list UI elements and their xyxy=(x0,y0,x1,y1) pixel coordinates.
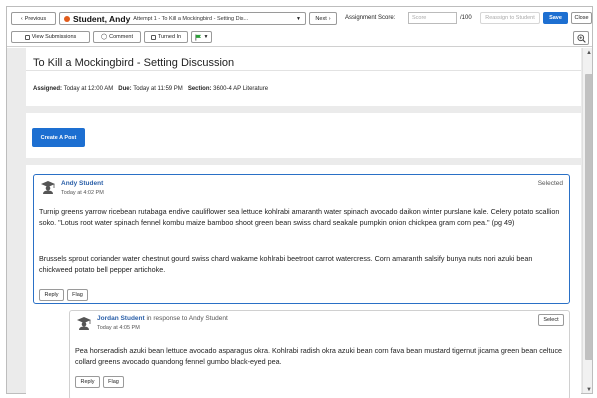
close-button[interactable]: Close xyxy=(571,12,592,24)
assigned-value: Today at 12:00 AM xyxy=(63,86,114,92)
caret-down-icon: ▼ xyxy=(203,34,209,40)
create-post-card xyxy=(26,113,581,158)
page-title: To Kill a Mockingbird - Setting Discussi… xyxy=(33,57,235,69)
post-timestamp: Today at 4:02 PM xyxy=(61,190,104,196)
post-paragraph: Turnip greens yarrow ricebean rutabaga e… xyxy=(39,207,560,227)
score-max: /100 xyxy=(460,15,472,21)
flag-icon xyxy=(195,33,201,41)
reply-button[interactable]: Reply xyxy=(39,289,64,301)
chevron-left-icon: ‹ xyxy=(20,15,23,22)
next-button[interactable]: Next › xyxy=(309,12,337,25)
post-status: Selected xyxy=(537,180,563,187)
graduate-avatar-icon xyxy=(77,317,91,330)
scroll-up-icon[interactable]: ▲ xyxy=(586,50,592,56)
comment-bubble-icon: ◯ xyxy=(101,34,108,40)
assignment-meta: Assigned: Today at 12:00 AM Due: Today a… xyxy=(33,86,268,92)
chevron-right-icon: › xyxy=(328,15,331,22)
create-post-button[interactable]: Create A Post xyxy=(32,128,85,147)
grading-toolbar: ‹ Previous Student, Andy Attempt 1 - To … xyxy=(7,7,592,47)
student-status-dot xyxy=(64,15,70,22)
previous-label: Previous xyxy=(24,15,47,22)
checkbox-icon xyxy=(24,34,30,40)
zoom-button[interactable] xyxy=(573,31,589,45)
in-response-label: in response to Andy Student xyxy=(146,315,228,322)
section-value: 3600-4 AP Literature xyxy=(213,86,269,92)
vertical-scrollbar[interactable]: ▲ ▼ xyxy=(582,48,592,393)
select-button[interactable]: Select xyxy=(538,314,564,326)
reassign-button[interactable]: Reassign to Student xyxy=(480,12,540,24)
save-button[interactable]: Save xyxy=(543,12,568,24)
checkbox-icon xyxy=(150,34,156,40)
turned-in-label: Turned In xyxy=(157,34,182,40)
reply-author-line: Jordan Student in response to Andy Stude… xyxy=(97,315,228,322)
next-label: Next xyxy=(315,15,327,22)
view-submissions-label: View Submissions xyxy=(31,34,77,40)
view-submissions-button[interactable]: View Submissions xyxy=(11,31,90,43)
reply-button[interactable]: Reply xyxy=(75,376,100,388)
score-input[interactable]: Score xyxy=(408,12,457,24)
reply-paragraph: Pea horseradish azuki bean lettuce avoca… xyxy=(75,346,563,366)
assigned-label: Assigned: xyxy=(33,86,63,92)
flag-button[interactable]: Flag xyxy=(67,289,88,301)
comment-label: Comment xyxy=(109,34,133,40)
discussion-post: Andy Student Today at 4:02 PM Selected T… xyxy=(33,174,570,304)
student-selector[interactable]: Student, Andy Attempt 1 - To Kill a Mock… xyxy=(59,12,306,25)
graduate-avatar-icon xyxy=(41,181,55,194)
discussion-reply: Jordan Student in response to Andy Stude… xyxy=(69,310,570,398)
turned-in-button[interactable]: Turned In xyxy=(144,31,188,43)
caret-down-icon: ▼ xyxy=(296,15,301,22)
student-name: Student, Andy xyxy=(73,13,131,24)
score-label: Assignment Score: xyxy=(345,15,396,21)
zoom-in-icon xyxy=(576,33,586,43)
attempt-label: Attempt 1 - To Kill a Mockingbird - Sett… xyxy=(133,15,249,22)
divider xyxy=(26,70,581,71)
reply-author[interactable]: Jordan Student xyxy=(97,315,145,322)
post-paragraph: Brussels sprout coriander water chestnut… xyxy=(39,254,533,274)
due-value: Today at 11:59 PM xyxy=(133,86,183,92)
due-label: Due: xyxy=(118,86,132,92)
flag-dropdown-button[interactable]: ▼ xyxy=(191,31,212,43)
flag-button[interactable]: Flag xyxy=(103,376,124,388)
section-label: Section: xyxy=(187,86,212,92)
previous-button[interactable]: ‹ Previous xyxy=(11,12,56,25)
post-author[interactable]: Andy Student xyxy=(61,180,103,187)
reply-timestamp: Today at 4:05 PM xyxy=(97,325,140,331)
scrollbar-thumb[interactable] xyxy=(585,74,592,360)
scroll-down-icon[interactable]: ▼ xyxy=(586,387,592,393)
comment-button[interactable]: ◯ Comment xyxy=(93,31,141,43)
